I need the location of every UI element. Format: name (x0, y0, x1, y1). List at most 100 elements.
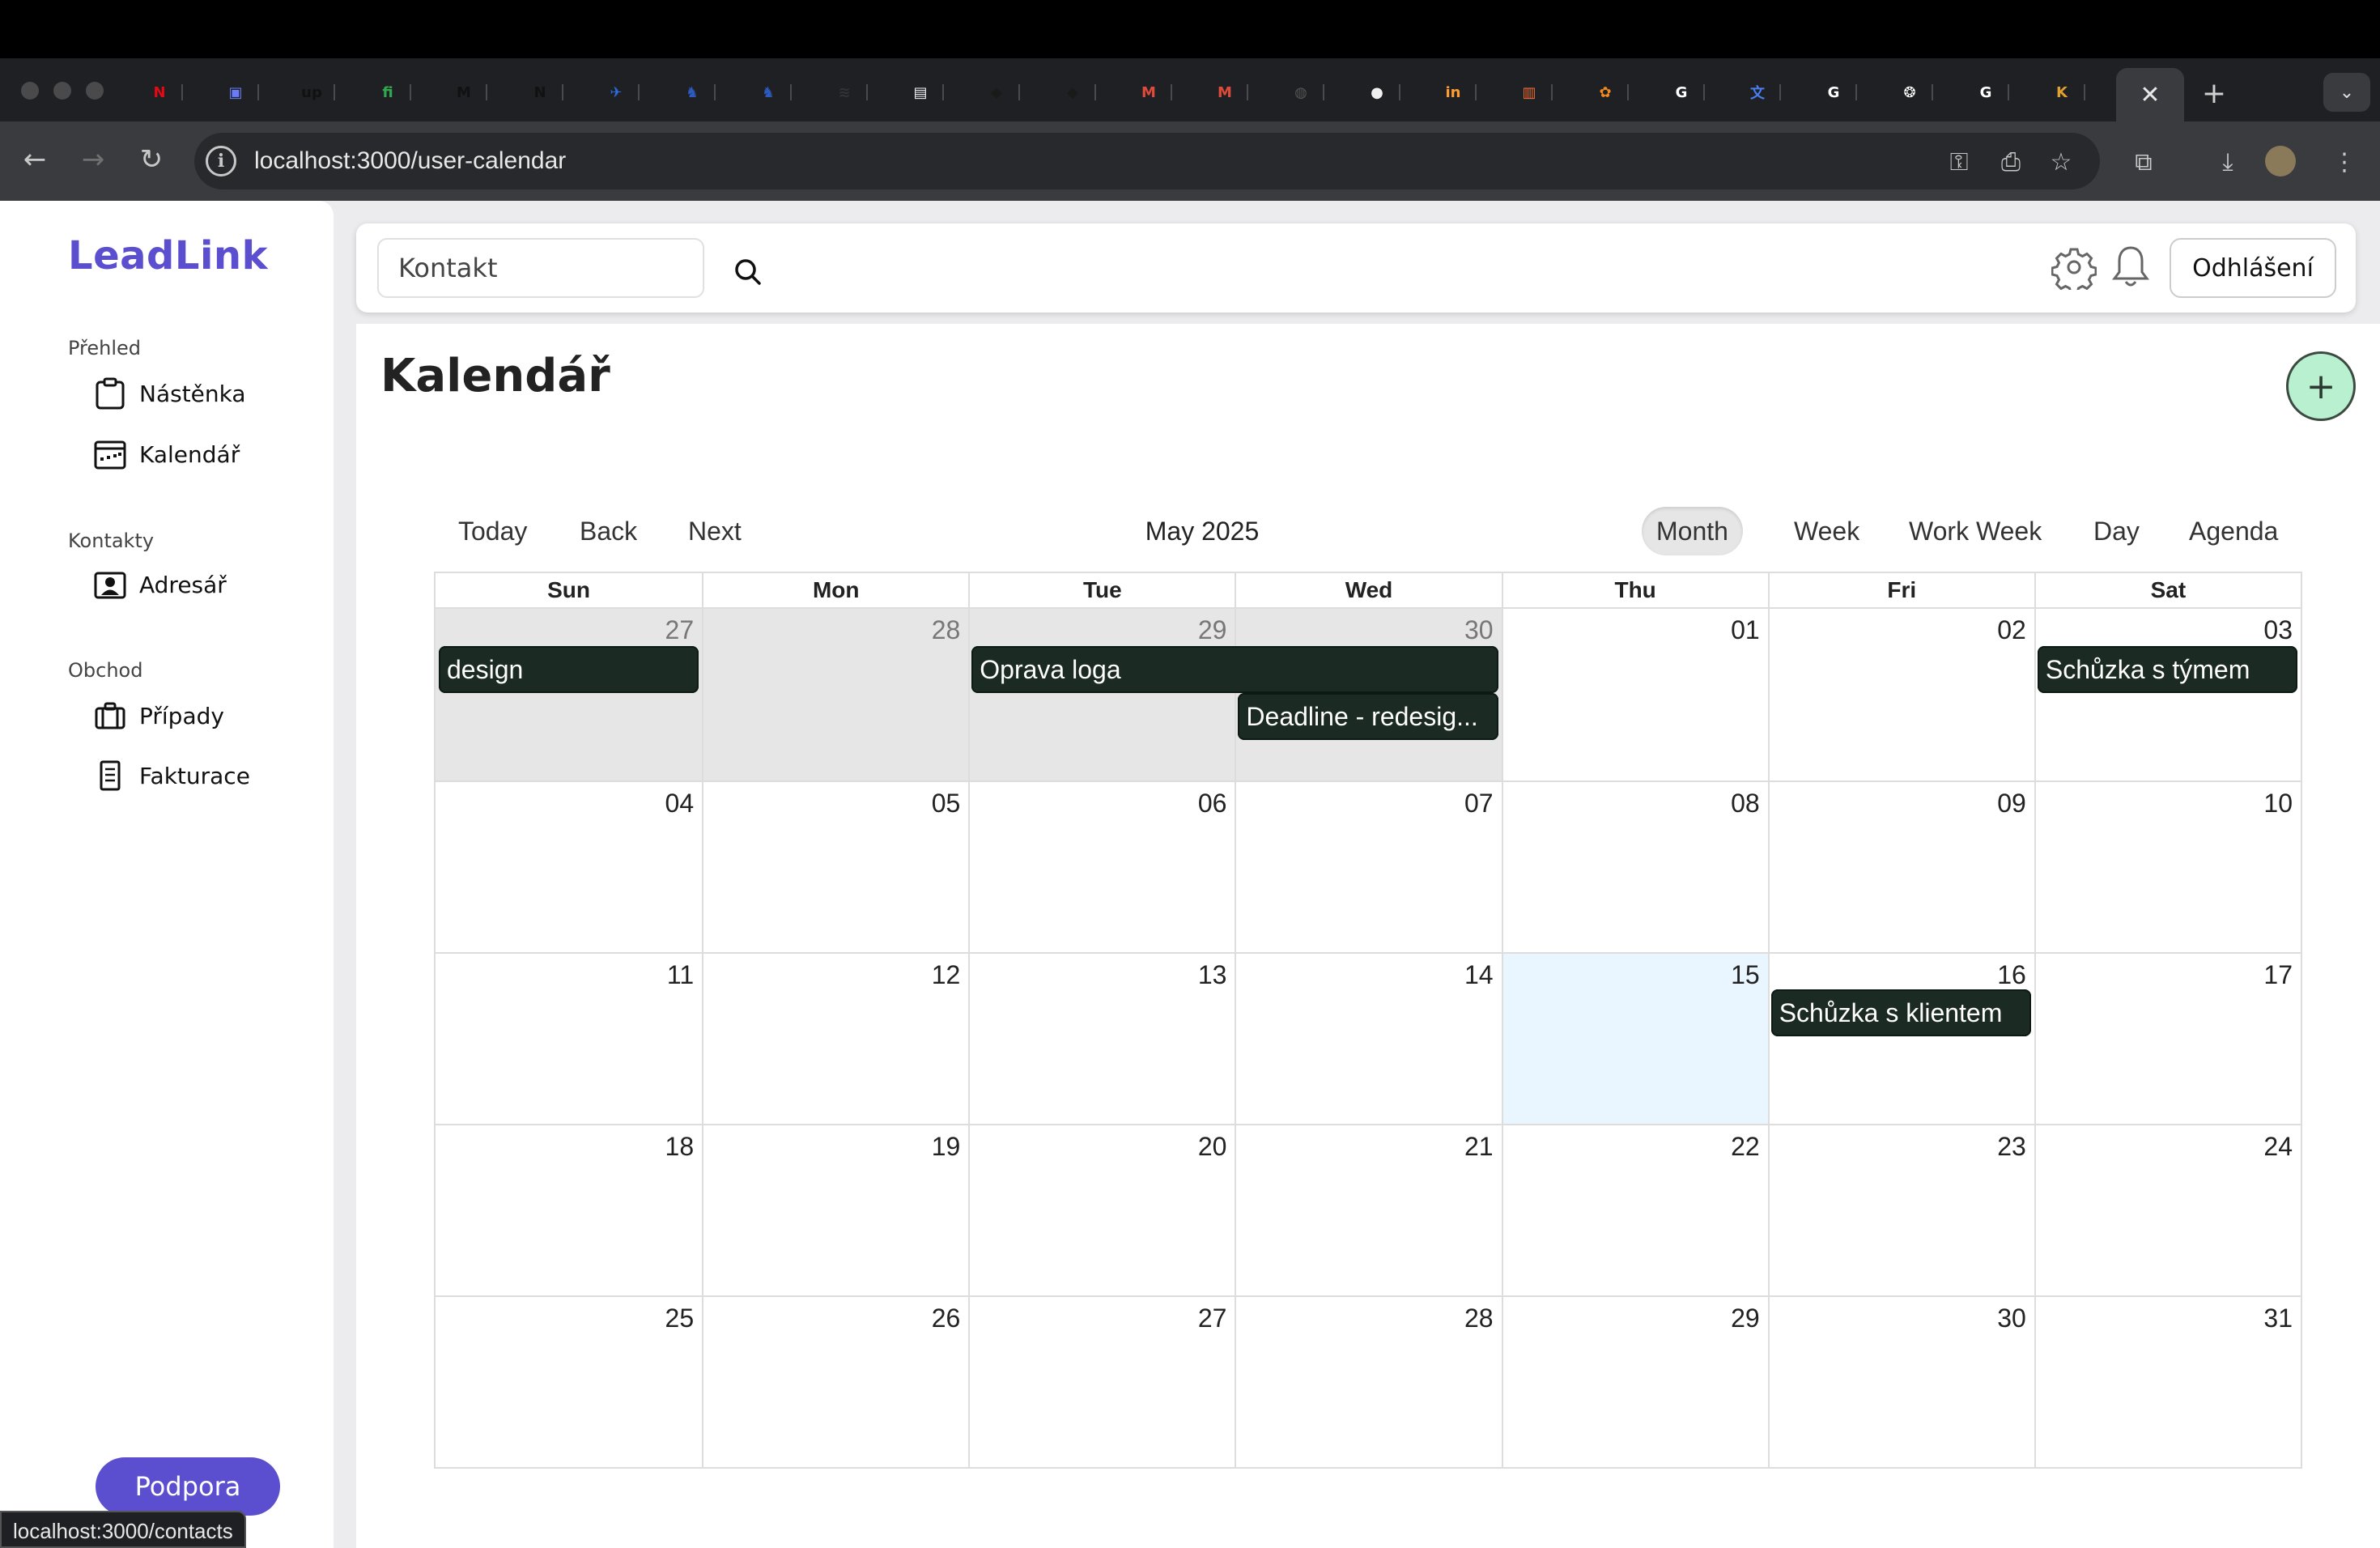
tab-search-menu-button[interactable]: ⌄ (2323, 73, 2370, 112)
browser-menu-icon[interactable]: ⋮ (2327, 144, 2362, 180)
extensions-icon[interactable]: ⧉ (2126, 144, 2161, 180)
calendar-event[interactable]: Schůzka s klientem (1770, 989, 2031, 1036)
day-number[interactable]: 17 (2263, 960, 2293, 990)
password-key-icon[interactable]: ⚿ (1941, 144, 1977, 180)
bell-icon[interactable] (2110, 243, 2152, 290)
day-number[interactable]: 07 (1464, 789, 1494, 819)
day-cell[interactable]: 21 (1235, 1124, 1502, 1295)
sidebar-item-cases[interactable]: Případy (94, 696, 224, 735)
logout-button[interactable]: Odhlášení (2170, 238, 2336, 298)
day-cell[interactable]: 04 (436, 780, 703, 952)
day-cell[interactable]: 17 (2034, 952, 2301, 1124)
day-number[interactable]: 19 (932, 1132, 961, 1162)
close-tab-icon[interactable]: ✕ (2140, 81, 2160, 109)
day-cell[interactable]: 27 (968, 1295, 1235, 1467)
browser-tab[interactable]: ◆ (973, 74, 1031, 110)
day-number[interactable]: 14 (1464, 960, 1494, 990)
day-number[interactable]: 29 (1731, 1303, 1760, 1333)
browser-tab[interactable]: ◍ (1277, 74, 1336, 110)
forward-arrow-icon[interactable]: → (71, 138, 115, 181)
day-number[interactable]: 03 (2263, 615, 2293, 645)
browser-tab[interactable]: M (440, 74, 499, 110)
browser-tab[interactable]: ✈ (593, 74, 651, 110)
day-cell[interactable]: 23 (1767, 1124, 2034, 1295)
add-event-button[interactable]: + (2286, 351, 2356, 421)
gear-icon[interactable] (2051, 245, 2097, 295)
day-cell[interactable]: 27 (436, 609, 703, 780)
contact-search-input[interactable] (377, 238, 704, 298)
day-number[interactable]: 30 (1464, 615, 1494, 645)
browser-tab[interactable]: ♞ (669, 74, 727, 110)
browser-tab[interactable]: ▣ (212, 74, 270, 110)
browser-tab[interactable]: ❂ (1886, 74, 1944, 110)
sidebar-item-dashboard[interactable]: Nástěnka (94, 374, 246, 413)
today-button[interactable]: Today (444, 507, 542, 555)
day-cell[interactable]: 03 (2034, 609, 2301, 780)
day-cell[interactable]: 01 (1501, 609, 1768, 780)
active-tab[interactable]: ✕ (2116, 68, 2184, 121)
browser-tab[interactable]: up (288, 74, 346, 110)
bookmark-star-icon[interactable]: ☆ (2043, 144, 2079, 180)
day-number[interactable]: 01 (1731, 615, 1760, 645)
day-cell[interactable]: 14 (1235, 952, 1502, 1124)
day-number[interactable]: 18 (665, 1132, 695, 1162)
next-button[interactable]: Next (674, 507, 756, 555)
day-number[interactable]: 06 (1198, 789, 1227, 819)
day-number[interactable]: 15 (1731, 960, 1760, 990)
browser-tab[interactable]: in (1430, 74, 1488, 110)
window-zoom-dot[interactable] (86, 82, 104, 100)
day-number[interactable]: 31 (2263, 1303, 2293, 1333)
day-cell[interactable]: 16 (1767, 952, 2034, 1124)
day-number[interactable]: 05 (932, 789, 961, 819)
day-number[interactable]: 20 (1198, 1132, 1227, 1162)
day-number[interactable]: 28 (932, 615, 961, 645)
day-cell[interactable]: 28 (1235, 1295, 1502, 1467)
browser-tab[interactable]: ♞ (745, 74, 803, 110)
browser-tab[interactable]: ● (1354, 74, 1412, 110)
day-number[interactable]: 16 (1997, 960, 2026, 990)
browser-tab[interactable]: 文 (1734, 74, 1792, 110)
day-cell[interactable]: 11 (436, 952, 703, 1124)
day-cell[interactable]: 12 (702, 952, 969, 1124)
browser-tab[interactable]: N (516, 74, 575, 110)
day-cell[interactable]: 06 (968, 780, 1235, 952)
day-cell[interactable]: 22 (1501, 1124, 1768, 1295)
day-cell[interactable]: 20 (968, 1124, 1235, 1295)
day-cell[interactable]: 18 (436, 1124, 703, 1295)
day-number[interactable]: 30 (1997, 1303, 2026, 1333)
day-cell[interactable]: 29 (1501, 1295, 1768, 1467)
day-number[interactable]: 24 (2263, 1132, 2293, 1162)
browser-tab[interactable]: fi (364, 74, 423, 110)
day-cell[interactable]: 10 (2034, 780, 2301, 952)
day-number[interactable]: 27 (1198, 1303, 1227, 1333)
url-text[interactable]: localhost:3000/user-calendar (254, 146, 566, 176)
reload-icon[interactable]: ↻ (130, 138, 173, 181)
browser-tab[interactable]: G (1810, 74, 1868, 110)
browser-tab[interactable]: G (1962, 74, 2021, 110)
day-number[interactable]: 11 (667, 960, 694, 990)
support-button[interactable]: Podpora (96, 1457, 280, 1516)
day-cell[interactable]: 02 (1767, 609, 2034, 780)
sidebar-item-address-book[interactable]: Adresář (94, 565, 227, 604)
day-cell[interactable]: 28 (702, 609, 969, 780)
browser-tab[interactable]: M (1125, 74, 1184, 110)
browser-tab[interactable]: ▤ (897, 74, 955, 110)
day-cell[interactable]: 26 (702, 1295, 969, 1467)
day-number[interactable]: 25 (665, 1303, 695, 1333)
install-app-icon[interactable]: ⎙ (1993, 144, 2029, 180)
browser-tab[interactable]: N (136, 74, 194, 110)
back-button[interactable]: Back (565, 507, 652, 555)
browser-tab[interactable]: ≋ (821, 74, 879, 110)
browser-tab[interactable]: ◆ (1049, 74, 1107, 110)
day-number[interactable]: 02 (1997, 615, 2026, 645)
day-number[interactable]: 23 (1997, 1132, 2026, 1162)
day-number[interactable]: 10 (2263, 789, 2293, 819)
day-number[interactable]: 29 (1198, 615, 1227, 645)
site-info-icon[interactable]: i (206, 146, 236, 176)
browser-tab[interactable]: ▥ (1506, 74, 1564, 110)
app-logo[interactable]: LeadLink (68, 233, 268, 279)
day-number[interactable]: 04 (665, 789, 695, 819)
profile-avatar[interactable] (2265, 146, 2296, 176)
day-cell[interactable]: 29 (968, 609, 1235, 780)
view-week-button[interactable]: Week (1779, 507, 1874, 555)
